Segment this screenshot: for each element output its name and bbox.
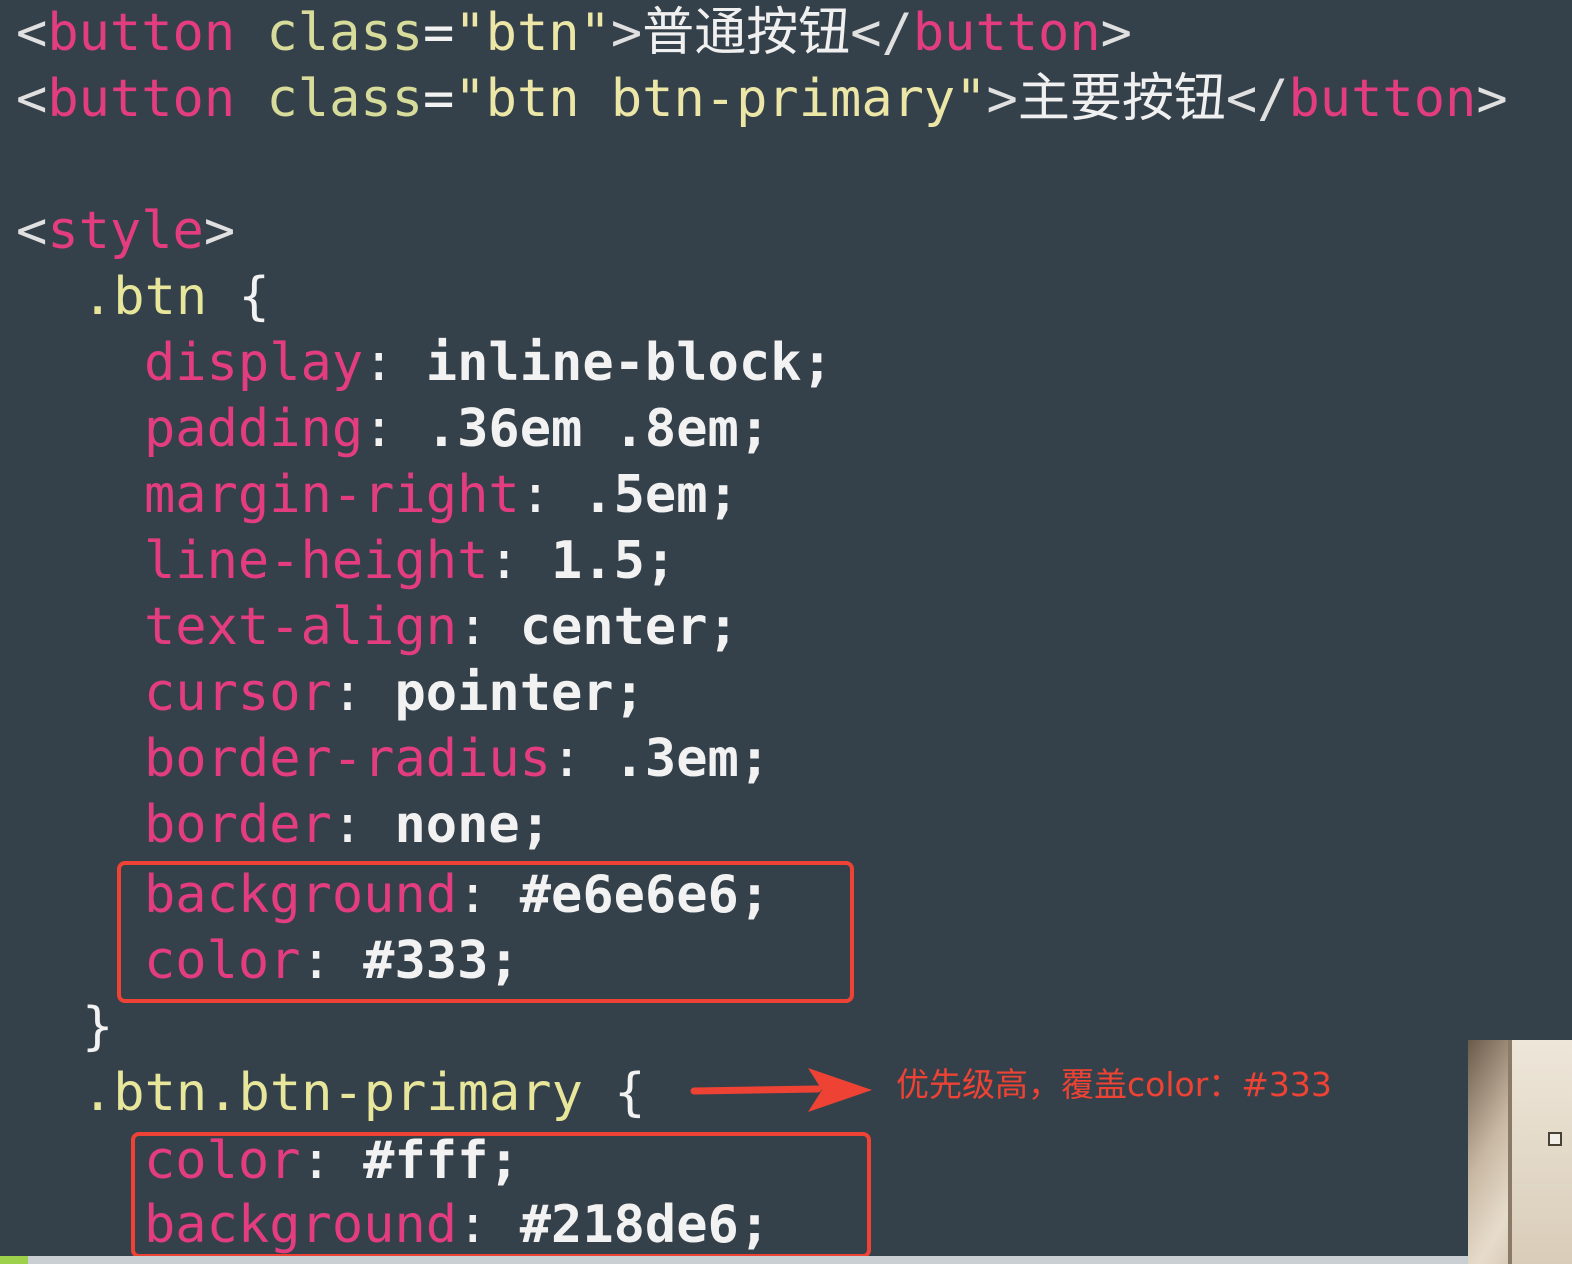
tag-name: button	[912, 3, 1101, 63]
css-value: none;	[394, 795, 552, 855]
status-accent	[0, 1256, 28, 1264]
tag-bracket: <	[16, 3, 48, 63]
attribute-name: class	[266, 69, 424, 129]
code-line-style-open: <style>	[16, 198, 235, 264]
colon: :	[457, 597, 520, 657]
css-property: line-height	[144, 531, 489, 591]
brace-open: {	[614, 1063, 646, 1123]
highlight-box-btn-colors	[117, 861, 854, 1003]
attribute-value: "btn"	[454, 3, 611, 63]
css-value: center;	[519, 597, 739, 657]
code-line-button-1: <button class="btn">普通按钮</button>	[16, 0, 1132, 66]
css-rule: border-radius: .3em;	[144, 726, 770, 792]
tag-bracket: >	[610, 3, 643, 63]
attribute-value: "btn btn-primary"	[454, 69, 987, 129]
css-rule: text-align: center;	[144, 594, 739, 660]
css-value: 1.5;	[551, 531, 677, 591]
attribute-name: class	[266, 3, 424, 63]
highlight-box-primary-colors	[131, 1132, 871, 1258]
css-rule: border: none;	[144, 792, 551, 858]
colon: :	[363, 399, 426, 459]
tag-name: button	[47, 3, 236, 63]
css-property: text-align	[144, 597, 458, 657]
tag-bracket: >	[986, 69, 1018, 129]
tag-bracket: >	[1100, 3, 1132, 63]
brace-open: {	[238, 267, 270, 327]
css-value: .5em;	[582, 465, 739, 525]
css-value: inline-block;	[425, 333, 833, 393]
colon: :	[488, 531, 551, 591]
button-text: 主要按钮	[1017, 69, 1226, 129]
tag-bracket: <	[16, 69, 48, 129]
tag-bracket: </	[1225, 69, 1289, 129]
webcam-thumbnail	[1468, 1040, 1572, 1264]
colon: :	[519, 465, 583, 525]
css-rule: cursor: pointer;	[144, 660, 645, 726]
css-rule: padding: .36em .8em;	[144, 396, 770, 462]
css-value: .3em;	[613, 729, 771, 789]
tag-name: button	[1288, 69, 1477, 129]
code-line-btn-selector: .btn {	[82, 264, 270, 330]
tag-bracket: >	[1476, 69, 1508, 129]
css-value: .36em .8em;	[425, 399, 771, 459]
css-rule: display: inline-block;	[144, 330, 833, 396]
css-rule: line-height: 1.5;	[144, 528, 676, 594]
colon: :	[551, 729, 614, 789]
css-property: padding	[144, 399, 364, 459]
css-value: pointer;	[394, 663, 645, 723]
brace-close: }	[82, 997, 114, 1057]
css-property: border-radius	[144, 729, 551, 789]
equals: =	[423, 69, 455, 129]
annotation-note: 优先级高，覆盖color：#333	[896, 1065, 1332, 1104]
css-rule: margin-right: .5em;	[144, 462, 739, 528]
css-property: border	[144, 795, 332, 855]
colon: :	[331, 795, 395, 855]
code-line-primary-selector: .btn.btn-primary {	[82, 1060, 646, 1126]
tag-bracket: </	[850, 3, 913, 63]
css-property: display	[144, 333, 364, 393]
code-editor: <button class="btn">普通按钮</button> <butto…	[0, 0, 1572, 1264]
css-selector: .btn.btn-primary	[82, 1063, 583, 1123]
tag-name: style	[47, 201, 204, 261]
bottom-status-bar	[0, 1256, 1468, 1264]
colon: :	[331, 663, 395, 723]
css-property: margin-right	[144, 465, 520, 525]
tag-bracket: <	[16, 201, 48, 261]
code-line-button-2: <button class="btn btn-primary">主要按钮</bu…	[16, 66, 1508, 132]
button-text: 普通按钮	[642, 3, 851, 63]
equals: =	[423, 3, 455, 63]
css-selector: .btn	[82, 267, 208, 327]
code-line-brace-close: }	[82, 994, 113, 1060]
tag-bracket: >	[203, 201, 236, 261]
css-property: cursor	[144, 663, 332, 723]
tag-name: button	[47, 69, 236, 129]
arrow-right-icon	[690, 1068, 872, 1112]
colon: :	[363, 333, 426, 393]
